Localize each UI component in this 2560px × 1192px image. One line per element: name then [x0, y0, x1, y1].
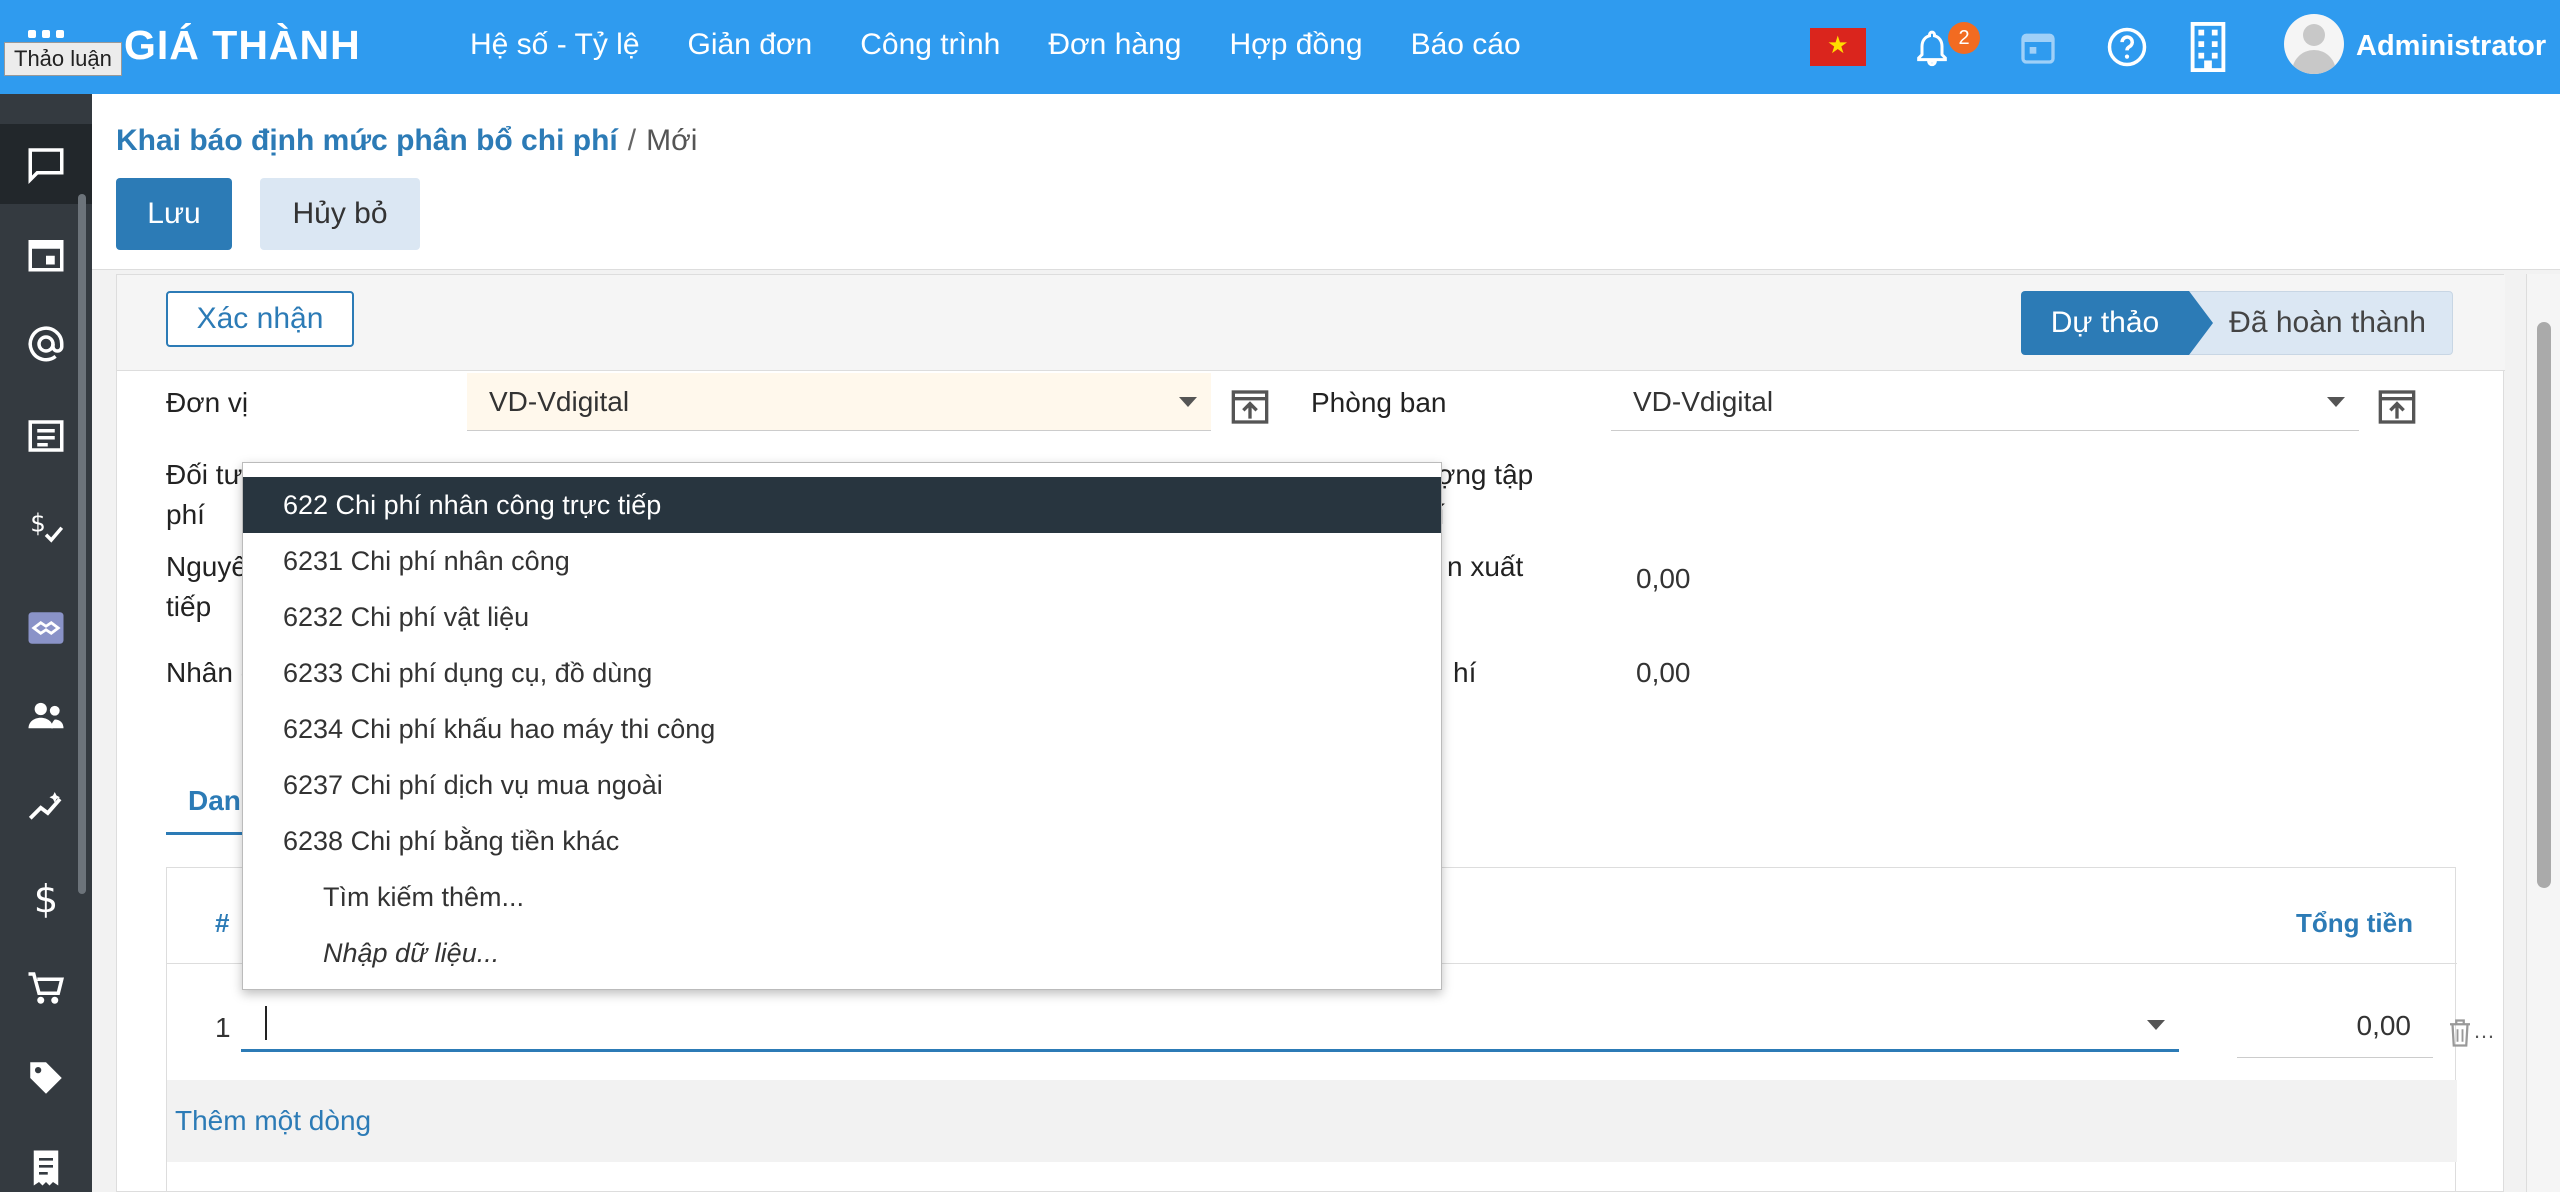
control-panel: Khai báo định mức phân bổ chi phí / Mới Lư…	[92, 94, 2560, 270]
account-input[interactable]	[241, 1002, 2179, 1052]
add-line-link[interactable]: Thêm một dòng	[167, 1080, 2457, 1162]
bell-icon[interactable]	[1912, 26, 1952, 70]
app-sidebar: $ $	[0, 94, 92, 1192]
stage-indicator: Dự thảo Đã hoàn thành	[2021, 291, 2453, 355]
menu-cong-trinh[interactable]: Công trình	[860, 28, 1000, 62]
doi-tuong-label: Đối tư phí	[166, 459, 243, 530]
sidebar-discuss[interactable]	[0, 124, 92, 204]
dropdown-option[interactable]: 6231 Chi phí nhân công	[243, 533, 1441, 589]
at-sign-icon	[28, 326, 64, 362]
column-total[interactable]: Tổng tiền	[2296, 908, 2413, 939]
calendar-icon	[28, 240, 64, 272]
help-icon[interactable]	[2106, 26, 2148, 68]
external-link-icon[interactable]	[1230, 387, 1270, 427]
row-total-input[interactable]: 0,00	[2237, 1002, 2433, 1058]
don-vi-select[interactable]: VD-Vdigital	[467, 373, 1211, 431]
user-name[interactable]: Administrator	[2356, 30, 2546, 63]
tag-icon	[30, 1062, 62, 1094]
calendar-icon[interactable]	[2018, 26, 2058, 68]
sidebar-scrollbar[interactable]	[78, 194, 86, 894]
dropdown-option[interactable]: 6238 Chi phí bằng tiền khác	[243, 813, 1441, 869]
phong-ban-value: VD-Vdigital	[1633, 385, 1774, 417]
chi-phi-value: 0,00	[1636, 657, 1691, 688]
ellipsis-icon[interactable]: …	[2473, 1018, 2495, 1044]
trending-icon	[28, 792, 62, 820]
stage-done[interactable]: Đã hoàn thành	[2189, 291, 2453, 355]
don-vi-value: VD-Vdigital	[489, 385, 630, 417]
scrollbar-thumb[interactable]	[2537, 322, 2551, 888]
chat-icon	[28, 148, 64, 184]
phong-ban-label: Phòng ban	[1311, 387, 1447, 418]
breadcrumb: Khai báo định mức phân bổ chi phí / Mới	[116, 124, 697, 158]
breadcrumb-separator: /	[627, 124, 637, 157]
users-icon	[28, 702, 64, 729]
money-check-icon: $	[30, 508, 64, 543]
dropdown-option[interactable]: 622 Chi phí nhân công trực tiếp	[243, 477, 1441, 533]
dropdown-option[interactable]: 6232 Chi phí vật liệu	[243, 589, 1441, 645]
account-dropdown: 622 Chi phí nhân công trực tiếp 6231 Chi…	[242, 462, 1442, 990]
dropdown-option[interactable]: 6234 Chi phí khấu hao máy thi công	[243, 701, 1441, 757]
status-bar: Xác nhận Dự thảo Đã hoàn thành	[117, 275, 2505, 371]
import-data-option[interactable]: Nhập dữ liệu...	[243, 925, 1441, 981]
chevron-down-icon[interactable]	[2147, 1020, 2165, 1030]
stage-draft[interactable]: Dự thảo	[2021, 291, 2213, 355]
chevron-down-icon[interactable]	[2327, 397, 2345, 407]
sidebar-reports[interactable]	[0, 1128, 92, 1192]
page-scrollbar[interactable]	[2526, 274, 2560, 1192]
document-icon	[28, 420, 64, 452]
breadcrumb-current: Mới	[646, 124, 698, 157]
menu-bao-cao[interactable]: Báo cáo	[1411, 28, 1521, 62]
dollar-icon: $	[34, 877, 59, 919]
menu-don-hang[interactable]: Đơn hàng	[1048, 28, 1181, 62]
svg-text:$: $	[30, 508, 46, 537]
cancel-button[interactable]: Hủy bỏ	[260, 178, 420, 250]
main-menu: Hệ số - Tỷ lệ Giản đơn Công trình Đơn hà…	[470, 28, 1521, 62]
save-button[interactable]: Lưu	[116, 178, 232, 250]
search-more-option[interactable]: Tìm kiếm thêm...	[243, 869, 1441, 925]
cart-icon	[28, 972, 64, 1004]
san-xuat-value: 0,00	[1636, 563, 1691, 594]
breadcrumb-parent[interactable]: Khai báo định mức phân bổ chi phí	[116, 124, 618, 157]
row-index: 1	[215, 1012, 231, 1043]
receipt-icon	[33, 1150, 59, 1186]
menu-hop-dong[interactable]: Hợp đồng	[1229, 28, 1362, 62]
column-number[interactable]: #	[215, 908, 229, 939]
tooltip-discuss: Thảo luận	[4, 42, 122, 76]
menu-he-so-ty-le[interactable]: Hệ số - Tỷ lệ	[470, 28, 640, 62]
user-avatar[interactable]	[2284, 14, 2344, 74]
svg-text:$: $	[34, 877, 59, 919]
chi-phi-label: hí	[1453, 657, 1477, 688]
san-xuat-label: n xuất	[1447, 551, 1524, 582]
sidebar-sales[interactable]	[0, 948, 92, 1028]
nguyen-vat-lieu-label: Nguyê tiếp	[166, 551, 247, 622]
text-cursor	[265, 1006, 267, 1040]
external-link-icon[interactable]	[2377, 387, 2417, 427]
handshake-icon	[28, 612, 64, 644]
company-building-icon[interactable]	[2190, 22, 2226, 72]
dropdown-option[interactable]: 6233 Chi phí dụng cụ, đồ dùng	[243, 645, 1441, 701]
menu-gian-don[interactable]: Giản đơn	[688, 28, 813, 62]
top-navbar: GIÁ THÀNH Hệ số - Tỷ lệ Giản đơn Công tr…	[0, 0, 2560, 94]
dropdown-option[interactable]: 6237 Chi phí dịch vụ mua ngoài	[243, 757, 1441, 813]
phong-ban-select[interactable]: VD-Vdigital	[1611, 373, 2359, 431]
chevron-down-icon[interactable]	[1179, 397, 1197, 407]
trash-icon[interactable]	[2447, 1018, 2473, 1048]
vietnam-flag-icon[interactable]: ★	[1810, 28, 1866, 66]
sidebar-products[interactable]	[0, 1038, 92, 1118]
app-brand[interactable]: GIÁ THÀNH	[124, 22, 361, 69]
don-vi-label: Đơn vị	[166, 387, 249, 418]
notification-count-badge: 2	[1948, 22, 1980, 54]
doi-tuong-tap-hop-label: ợng tậpí	[1437, 459, 1534, 530]
confirm-button[interactable]: Xác nhận	[166, 291, 354, 347]
